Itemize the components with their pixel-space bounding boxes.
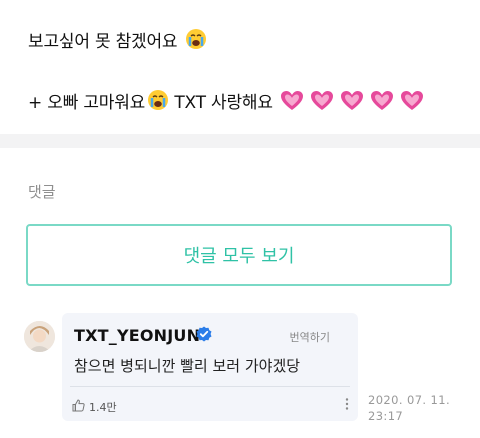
timestamp-date: 2020. 07. 11. bbox=[368, 393, 451, 407]
reply-text: 참으면 병되니깐 빨리 보러 가야겠당 bbox=[74, 357, 301, 375]
reply-author[interactable]: TXT_YEONJUN bbox=[74, 326, 200, 345]
thumbs-up-icon bbox=[72, 397, 85, 416]
post-text: 보고싶어 못 참겠어요 bbox=[28, 32, 178, 52]
post-text: + 오빠 고마워요 bbox=[28, 93, 146, 113]
post-text: TXT 사랑해요 bbox=[174, 93, 273, 113]
like-count: 1.4만 bbox=[89, 400, 117, 414]
pink-heart-icon bbox=[341, 91, 364, 110]
translate-button[interactable]: 번역하기 bbox=[290, 329, 330, 345]
pink-heart-icon bbox=[281, 91, 304, 110]
more-vertical-icon[interactable] bbox=[344, 396, 350, 415]
reply-timestamp: 2020. 07. 11. 23:17 bbox=[368, 392, 454, 424]
view-all-comments-button[interactable]: 댓글 모두 보기 bbox=[26, 224, 452, 286]
post-text-line: 보고싶어 못 참겠어요 bbox=[28, 27, 207, 55]
like-button[interactable]: 1.4만 bbox=[72, 397, 117, 416]
avatar[interactable] bbox=[24, 321, 55, 352]
comments-section-label: 댓글 bbox=[28, 183, 56, 201]
verified-badge-icon bbox=[196, 326, 212, 346]
loudly-crying-face-icon bbox=[147, 89, 169, 116]
pink-heart-icon bbox=[311, 91, 334, 110]
pink-heart-icon bbox=[401, 91, 424, 110]
bubble-divider bbox=[70, 386, 350, 387]
section-divider bbox=[0, 134, 480, 148]
avatar-image bbox=[24, 321, 55, 352]
pink-heart-icon bbox=[371, 91, 394, 110]
timestamp-time: 23:17 bbox=[368, 409, 404, 423]
hearts-group bbox=[280, 90, 430, 117]
loudly-crying-face-icon bbox=[185, 28, 207, 55]
reply-bubble: TXT_YEONJUN 번역하기 참으면 병되니깐 빨리 보러 가야겠당 1.4… bbox=[62, 313, 358, 421]
post-body: 보고싶어 못 참겠어요 + 오빠 고마워요 TXT 사랑해요 bbox=[0, 0, 480, 134]
post-text-line: + 오빠 고마워요 TXT 사랑해요 bbox=[28, 88, 430, 117]
